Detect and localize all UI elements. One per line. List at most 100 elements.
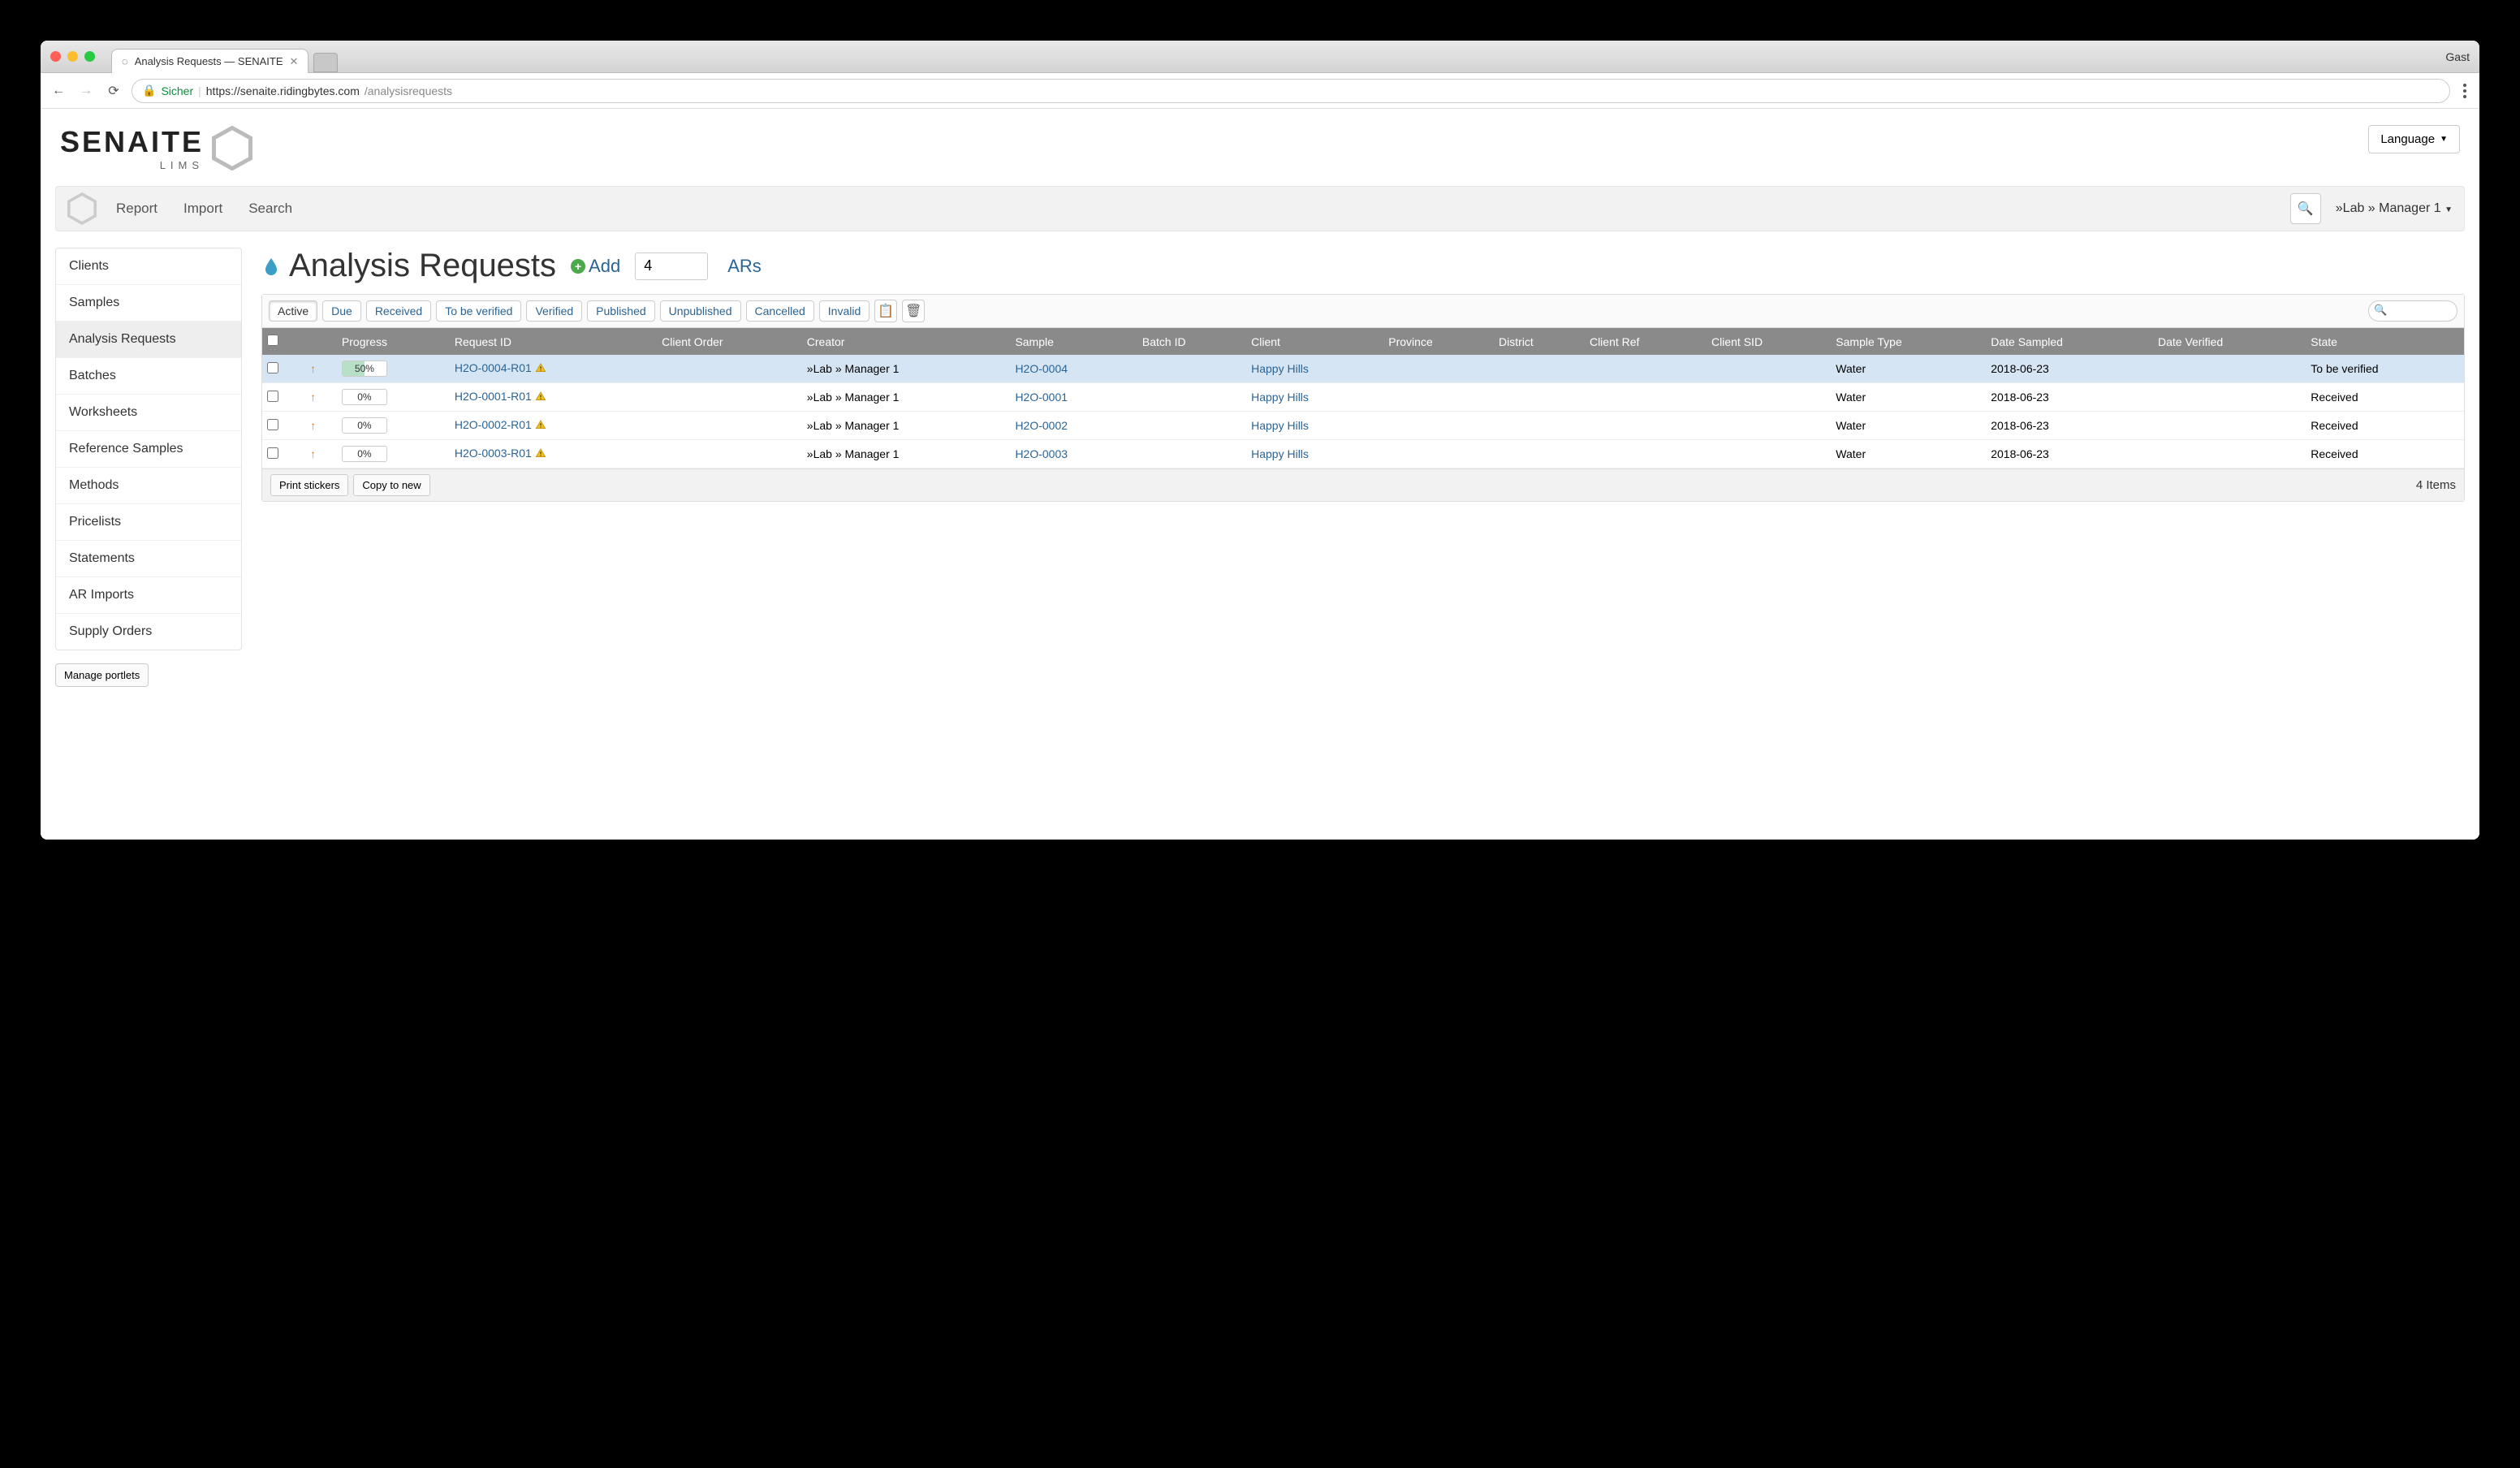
filter-search-input[interactable] — [2368, 300, 2457, 322]
url-input[interactable]: 🔒 Sicher | https://senaite.ridingbytes.c… — [132, 79, 2450, 103]
filter-received[interactable]: Received — [366, 300, 431, 322]
items-count: 4 Items — [2416, 478, 2456, 492]
ars-link[interactable]: ARs — [727, 256, 762, 277]
caret-down-icon: ▼ — [2444, 205, 2453, 214]
table-row: ↑0%H2O-0003-R01»Lab » Manager 1H2O-0003H… — [262, 440, 2464, 468]
column-header[interactable]: Sample Type — [1831, 328, 1986, 355]
sidebar-item-methods[interactable]: Methods — [56, 468, 241, 504]
nav-import[interactable]: Import — [183, 201, 222, 217]
close-tab-icon[interactable]: ✕ — [290, 55, 299, 68]
column-header[interactable]: Client — [1246, 328, 1383, 355]
close-window-button[interactable] — [50, 51, 61, 62]
sidebar-item-pricelists[interactable]: Pricelists — [56, 504, 241, 541]
column-header[interactable]: State — [2306, 328, 2464, 355]
nav-search[interactable]: Search — [248, 201, 292, 217]
sidebar-item-batches[interactable]: Batches — [56, 358, 241, 395]
sidebar-item-worksheets[interactable]: Worksheets — [56, 395, 241, 431]
client-link[interactable]: Happy Hills — [1251, 419, 1309, 432]
filter-published[interactable]: Published — [587, 300, 655, 322]
creator-cell: »Lab » Manager 1 — [802, 412, 1011, 440]
lock-icon: 🔒 — [142, 84, 156, 97]
delete-icon-button[interactable]: 🗑 — [902, 300, 925, 322]
warning-icon — [535, 362, 546, 376]
table-row: ↑0%H2O-0002-R01»Lab » Manager 1H2O-0002H… — [262, 412, 2464, 440]
row-checkbox[interactable] — [267, 419, 278, 430]
column-header[interactable]: Request ID — [450, 328, 657, 355]
request-id-link[interactable]: H2O-0002-R01 — [455, 418, 532, 431]
language-dropdown[interactable]: Language ▼ — [2368, 125, 2460, 153]
progress-bar: 0% — [342, 389, 387, 405]
filter-verified[interactable]: Verified — [526, 300, 582, 322]
browser-tab[interactable]: ◌ Analysis Requests — SENAITE ✕ — [111, 49, 309, 73]
tab-favicon-icon: ◌ — [122, 55, 128, 67]
request-id-link[interactable]: H2O-0004-R01 — [455, 361, 532, 374]
sample-link[interactable]: H2O-0004 — [1015, 362, 1068, 375]
filter-due[interactable]: Due — [322, 300, 361, 322]
back-button[interactable]: ← — [49, 81, 68, 101]
trash-icon: 🗑 — [905, 303, 921, 319]
sample-link[interactable]: H2O-0002 — [1015, 419, 1068, 432]
site-logo[interactable]: SENAITE LIMS — [60, 125, 252, 171]
client-link[interactable]: Happy Hills — [1251, 362, 1309, 375]
client-link[interactable]: Happy Hills — [1251, 447, 1309, 460]
column-header[interactable]: Client Ref — [1585, 328, 1707, 355]
nav-report[interactable]: Report — [116, 201, 158, 217]
sidebar-item-statements[interactable]: Statements — [56, 541, 241, 577]
sample-type-cell: Water — [1831, 412, 1986, 440]
row-checkbox[interactable] — [267, 362, 278, 373]
request-id-link[interactable]: H2O-0001-R01 — [455, 390, 532, 403]
column-header[interactable]: Client SID — [1707, 328, 1831, 355]
add-button[interactable]: + Add — [571, 256, 620, 277]
sidebar-item-ar-imports[interactable]: AR Imports — [56, 577, 241, 614]
column-header[interactable]: Progress — [337, 328, 450, 355]
filter-active[interactable]: Active — [269, 300, 317, 322]
column-header[interactable]: Date Verified — [2153, 328, 2306, 355]
browser-profile-label[interactable]: Gast — [2445, 50, 2470, 63]
column-header[interactable]: District — [1494, 328, 1585, 355]
row-checkbox[interactable] — [267, 391, 278, 402]
request-id-link[interactable]: H2O-0003-R01 — [455, 447, 532, 460]
copy-icon: 📋 — [878, 303, 894, 319]
select-all-checkbox[interactable] — [267, 335, 278, 346]
state-cell: Received — [2306, 383, 2464, 412]
add-count-input[interactable] — [635, 253, 708, 280]
sidebar-item-reference-samples[interactable]: Reference Samples — [56, 431, 241, 468]
search-button[interactable]: 🔍 — [2290, 193, 2321, 224]
sidebar-item-samples[interactable]: Samples — [56, 285, 241, 322]
sidebar-item-analysis-requests[interactable]: Analysis Requests — [56, 322, 241, 358]
logo-text: SENAITE — [60, 125, 204, 159]
sidebar-item-clients[interactable]: Clients — [56, 248, 241, 285]
column-header[interactable] — [262, 328, 305, 355]
manage-portlets-button[interactable]: Manage portlets — [55, 663, 149, 687]
filter-unpublished[interactable]: Unpublished — [660, 300, 741, 322]
filter-invalid[interactable]: Invalid — [819, 300, 869, 322]
date-sampled-cell: 2018-06-23 — [1986, 412, 2153, 440]
print-stickers-button[interactable]: Print stickers — [270, 474, 348, 496]
column-header[interactable] — [305, 328, 337, 355]
priority-up-icon: ↑ — [310, 391, 316, 404]
forward-button[interactable]: → — [76, 81, 96, 101]
sidebar-item-supply-orders[interactable]: Supply Orders — [56, 614, 241, 650]
user-menu-dropdown[interactable]: »Lab » Manager 1 ▼ — [2336, 201, 2453, 216]
column-header[interactable]: Batch ID — [1137, 328, 1246, 355]
maximize-window-button[interactable] — [84, 51, 95, 62]
nav-hexagon-icon[interactable] — [67, 192, 97, 225]
column-header[interactable]: Sample — [1010, 328, 1137, 355]
sample-link[interactable]: H2O-0003 — [1015, 447, 1068, 460]
filter-to-be-verified[interactable]: To be verified — [436, 300, 521, 322]
column-header[interactable]: Client Order — [657, 328, 802, 355]
client-link[interactable]: Happy Hills — [1251, 391, 1309, 404]
reload-button[interactable]: ⟳ — [104, 81, 123, 101]
row-checkbox[interactable] — [267, 447, 278, 459]
filter-cancelled[interactable]: Cancelled — [746, 300, 814, 322]
new-tab-button[interactable] — [313, 53, 338, 72]
minimize-window-button[interactable] — [67, 51, 78, 62]
column-header[interactable]: Province — [1383, 328, 1494, 355]
copy-icon-button[interactable]: 📋 — [874, 300, 897, 322]
sidebar: ClientsSamplesAnalysis RequestsBatchesWo… — [55, 248, 242, 650]
browser-menu-button[interactable] — [2458, 84, 2471, 98]
sample-link[interactable]: H2O-0001 — [1015, 391, 1068, 404]
column-header[interactable]: Date Sampled — [1986, 328, 2153, 355]
column-header[interactable]: Creator — [802, 328, 1011, 355]
copy-to-new-button[interactable]: Copy to new — [353, 474, 429, 496]
